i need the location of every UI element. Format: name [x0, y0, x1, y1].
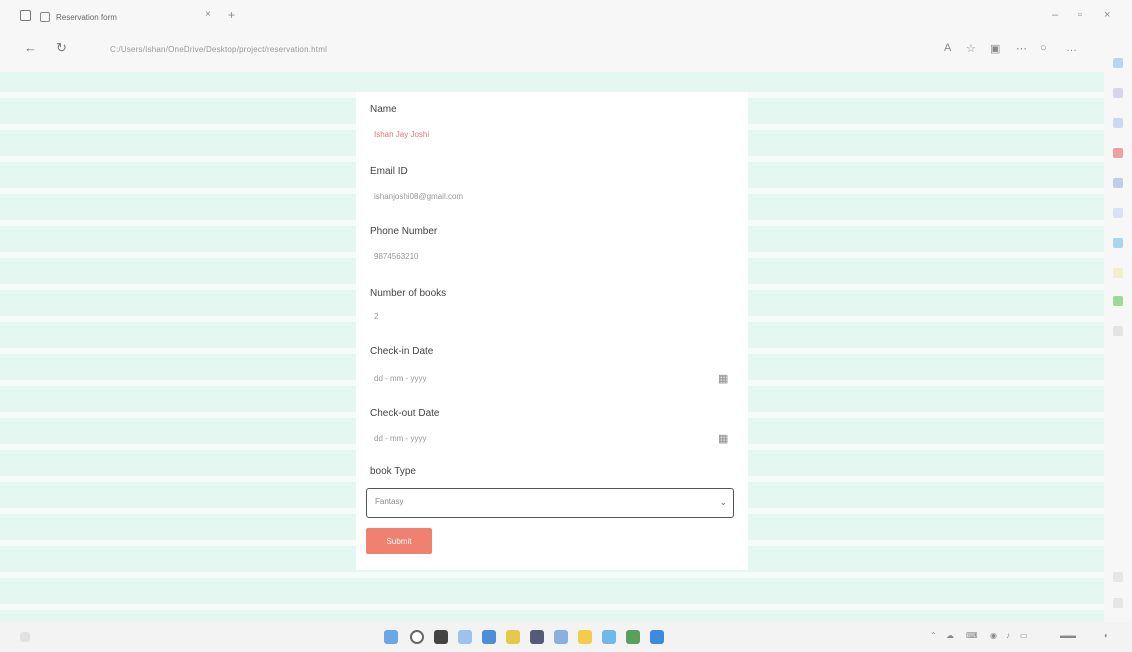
tab-bar: Reservation form × + – ▫ × — [0, 0, 1132, 30]
folder-icon[interactable] — [506, 630, 520, 644]
checkin-label: Check-in Date — [370, 346, 434, 357]
submit-button[interactable]: Submit — [366, 528, 432, 554]
minimize-icon[interactable]: – — [1052, 9, 1058, 21]
explorer-icon[interactable] — [458, 630, 472, 644]
close-window-icon[interactable]: × — [1104, 9, 1110, 21]
profile-icon[interactable]: ○ — [1040, 42, 1047, 54]
name-field[interactable]: Ishan Jay Joshi — [374, 130, 429, 139]
checkout-field[interactable]: dd - mm - yyyy — [374, 434, 426, 443]
office-icon[interactable] — [1113, 178, 1123, 188]
app-icon[interactable] — [1113, 296, 1123, 306]
volume-icon[interactable]: ♪ — [1006, 631, 1010, 640]
reservation-form: Name Ishan Jay Joshi Email ID ishanjoshi… — [356, 92, 748, 570]
taskbar: ⌃ ☁ ⌨ ◉ ♪ ▭ ▬▬ ◐ — [0, 622, 1132, 652]
store-icon[interactable] — [530, 630, 544, 644]
sidebar-layout-icon[interactable] — [1113, 572, 1123, 582]
vscode-icon[interactable] — [602, 630, 616, 644]
notifications-icon[interactable]: ◐ — [1104, 631, 1109, 640]
search-icon[interactable] — [1113, 58, 1123, 68]
maximize-icon[interactable]: ▫ — [1078, 9, 1082, 21]
mail-icon[interactable] — [554, 630, 568, 644]
drop-icon[interactable] — [1113, 238, 1123, 248]
favorites-icon[interactable]: ☆ — [966, 42, 976, 55]
calendar-icon[interactable]: ▦ — [718, 372, 728, 385]
bg-stripe — [0, 604, 1104, 610]
email-field[interactable]: ishanjoshi08@gmail.com — [374, 192, 463, 201]
widgets-icon[interactable] — [20, 632, 30, 642]
shopping-icon[interactable] — [1113, 88, 1123, 98]
app-blue-icon[interactable] — [650, 630, 664, 644]
phone-label: Phone Number — [370, 226, 438, 237]
page-viewport: Name Ishan Jay Joshi Email ID ishanjoshi… — [0, 72, 1104, 622]
page-favicon-icon — [40, 12, 50, 22]
designer-icon[interactable] — [1113, 268, 1123, 278]
clock[interactable]: ▬▬ — [1060, 631, 1076, 640]
chevron-down-icon: ⌄ — [719, 497, 727, 507]
email-label: Email ID — [370, 166, 408, 177]
url-field[interactable]: C:/Users/Ishan/OneDrive/Desktop/project/… — [110, 45, 327, 54]
book-type-selected: Fantasy — [375, 497, 404, 506]
close-tab-icon[interactable]: × — [205, 9, 211, 20]
new-tab-icon[interactable]: + — [228, 8, 235, 22]
menu-icon[interactable]: … — [1066, 42, 1077, 54]
add-icon[interactable] — [1113, 326, 1123, 336]
extensions-icon[interactable]: ⋯ — [1016, 42, 1027, 55]
checkin-field[interactable]: dd - mm - yyyy — [374, 374, 426, 383]
tab-actions-icon[interactable] — [20, 10, 31, 21]
app-green-icon[interactable] — [626, 630, 640, 644]
book-type-select[interactable]: Fantasy ⌄ — [366, 488, 734, 518]
edge-sidebar — [1104, 30, 1132, 622]
outlook-icon[interactable] — [1113, 208, 1123, 218]
battery-icon[interactable]: ▭ — [1020, 631, 1028, 640]
start-icon[interactable] — [384, 630, 398, 644]
keyboard-icon[interactable]: ⌨ — [966, 631, 978, 640]
name-label: Name — [370, 104, 397, 115]
back-icon[interactable]: ← — [24, 40, 37, 55]
browser-tab[interactable]: Reservation form — [40, 6, 200, 28]
tools-icon[interactable] — [1113, 118, 1123, 128]
phone-field[interactable]: 9874563210 — [374, 252, 419, 261]
calendar-icon[interactable]: ▦ — [718, 432, 728, 445]
collections-icon[interactable]: ▣ — [990, 42, 1000, 55]
checkout-label: Check-out Date — [370, 408, 440, 419]
tab-title: Reservation form — [56, 12, 117, 22]
read-aloud-icon[interactable]: A — [944, 42, 951, 54]
task-view-icon[interactable] — [434, 630, 448, 644]
cloud-icon[interactable]: ☁ — [946, 631, 954, 640]
book-type-label: book Type — [370, 466, 416, 477]
search-icon[interactable] — [410, 630, 424, 644]
wifi-icon[interactable]: ◉ — [990, 631, 997, 640]
tray-chevron-icon[interactable]: ⌃ — [930, 631, 937, 640]
edge-icon[interactable] — [482, 630, 496, 644]
bg-stripe — [0, 572, 1104, 578]
books-field[interactable]: 2 — [374, 312, 378, 321]
photos-icon[interactable] — [578, 630, 592, 644]
settings-icon[interactable] — [1113, 598, 1123, 608]
books-label: Number of books — [370, 288, 447, 299]
refresh-icon[interactable]: ↻ — [56, 40, 67, 56]
address-bar: ← ↻ C:/Users/Ishan/OneDrive/Desktop/proj… — [0, 30, 1132, 72]
games-icon[interactable] — [1113, 148, 1123, 158]
